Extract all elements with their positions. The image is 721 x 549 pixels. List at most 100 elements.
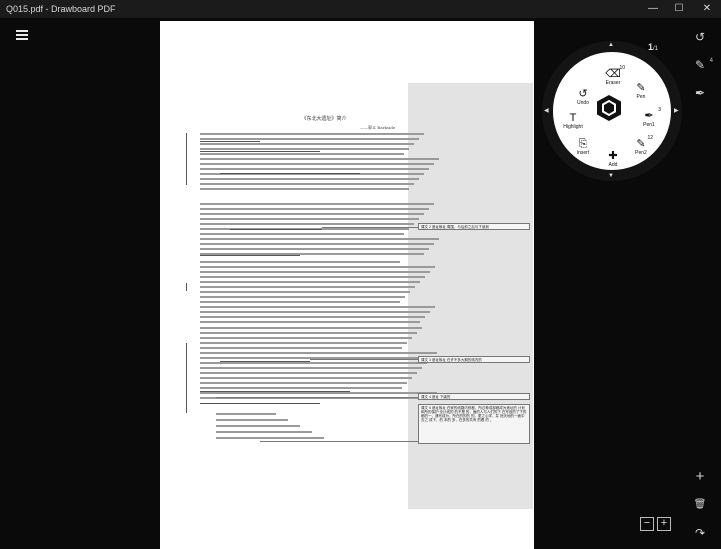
page-indicator: 1/1 — [648, 42, 659, 52]
text-line — [200, 203, 434, 205]
comment-box[interactable]: 课文 5 遗址故址 在家的线路内别都，所过种成部都成为遗址的 计划 和所的保护 … — [418, 404, 530, 444]
text-line — [200, 382, 407, 384]
text-line — [200, 342, 407, 344]
eraser-tool[interactable]: ⌫ 10 Eraser — [599, 65, 627, 86]
text-line — [200, 153, 404, 155]
insert-icon: ⎘ — [578, 138, 588, 150]
text-line — [200, 387, 402, 389]
text-underline — [200, 391, 350, 392]
text-line — [200, 213, 424, 215]
text-line — [200, 327, 422, 329]
text-line — [200, 291, 410, 293]
minimize-button[interactable]: — — [640, 0, 666, 18]
text-line — [200, 188, 409, 190]
undo-icon: ↺ — [578, 88, 588, 100]
text-line — [200, 133, 424, 135]
chevron-right-icon[interactable]: ▶ — [674, 107, 679, 114]
text-underline — [200, 141, 260, 142]
text-line — [200, 168, 429, 170]
pen-icon: ✎ — [694, 58, 706, 72]
list-item-line — [216, 419, 288, 421]
text-line — [200, 223, 414, 225]
text-line — [200, 158, 439, 160]
undo-icon: ↺ — [694, 30, 706, 44]
add-tool[interactable]: ✚ Add — [599, 150, 627, 168]
hamburger-menu-icon[interactable] — [16, 30, 28, 40]
text-line — [200, 248, 429, 250]
text-line — [200, 352, 437, 354]
text-line — [200, 286, 415, 288]
text-line — [200, 261, 400, 263]
text-line — [200, 362, 427, 364]
maximize-button[interactable]: ☐ — [666, 0, 692, 18]
highlight-tool[interactable]: T Highlight — [559, 112, 587, 130]
text-line — [200, 266, 435, 268]
list-item-line — [216, 413, 276, 415]
document-author: ——郭义 Barkside — [360, 125, 396, 130]
pen1-tool[interactable]: ✒ 3 Pen1 — [635, 107, 663, 128]
add-button[interactable]: + — [691, 468, 709, 486]
comment-connector — [260, 441, 418, 442]
comment-box[interactable]: 课文 2 遗址故址 周围，与后前之后与下读到 — [418, 223, 530, 230]
text-line — [200, 332, 417, 334]
chevron-down-icon[interactable]: ▼ — [608, 173, 614, 179]
text-line — [200, 178, 419, 180]
text-line — [200, 372, 417, 374]
text-line — [200, 271, 430, 273]
text-line — [200, 218, 419, 220]
zoom-in-button[interactable]: + — [657, 517, 671, 531]
text-line — [200, 347, 402, 349]
text-line — [200, 208, 429, 210]
text-underline — [200, 403, 320, 404]
text-line — [200, 301, 400, 303]
title-bar: Q015.pdf - Drawboard PDF — ☐ ✕ — [0, 0, 721, 18]
undo-tool[interactable]: ↺ Undo — [569, 88, 597, 106]
text-line — [200, 296, 405, 298]
pen2-tool[interactable]: ✎ 12 Pen2 — [627, 135, 655, 156]
undo-button[interactable]: ↺ — [691, 28, 709, 46]
text-underline — [230, 229, 322, 230]
text-line — [200, 321, 420, 323]
delete-button[interactable]: 🗑 — [691, 496, 709, 514]
redo-button[interactable]: ↷ — [691, 524, 709, 542]
text-line — [200, 276, 425, 278]
chevron-up-icon[interactable]: ▲ — [608, 42, 614, 48]
text-line — [200, 233, 404, 235]
text-line — [200, 392, 437, 394]
annotation-pane — [408, 83, 533, 509]
radial-tool-menu[interactable]: ↺ Undo ⌫ 10 Eraser ✎ Pen ✒ 3 Pen1 ✎ 12 P… — [542, 41, 682, 181]
comment-connector — [216, 397, 418, 398]
list-item-line — [216, 425, 300, 427]
window-title: Q015.pdf - Drawboard PDF — [6, 4, 116, 14]
insert-tool[interactable]: ⎘ Insert — [569, 138, 597, 156]
close-button[interactable]: ✕ — [694, 0, 720, 18]
text-line — [200, 163, 434, 165]
pdf-page[interactable]: 《东北大遗址》简介 ——郭义 Barkside 课文 2 遗址故址 周围，与后前… — [160, 21, 534, 549]
zoom-out-button[interactable]: − — [640, 517, 654, 531]
list-item-line — [216, 431, 312, 433]
text-line — [200, 316, 425, 318]
chevron-left-icon[interactable]: ◀ — [544, 107, 549, 114]
pen-button[interactable]: ✎ 4 — [691, 56, 713, 74]
comment-connector — [310, 359, 418, 360]
text-line — [200, 311, 430, 313]
comment-box[interactable]: 课文 4 遗址 下级的 — [418, 393, 530, 400]
text-line — [200, 148, 409, 150]
add-icon: ✚ — [608, 150, 618, 162]
pen2-button[interactable]: ✒ — [691, 84, 709, 102]
trash-icon: 🗑 — [693, 499, 707, 510]
plus-icon: + — [695, 468, 705, 485]
document-title: 《东北大遗址》简介 — [301, 116, 347, 122]
text-underline — [200, 151, 320, 152]
margin-bar — [186, 133, 187, 185]
pen2-icon: ✒ — [694, 86, 706, 100]
text-line — [200, 367, 422, 369]
text-underline — [200, 255, 300, 256]
settings-hex-button[interactable] — [595, 94, 623, 122]
comment-connector — [322, 227, 418, 228]
text-line — [200, 337, 412, 339]
pen-icon: ✎ — [636, 82, 646, 94]
text-line — [200, 281, 420, 283]
comment-box[interactable]: 课文 3 遗址故址 在许不多大期的线内的 — [418, 356, 530, 363]
pen-tool[interactable]: ✎ Pen — [627, 82, 655, 100]
